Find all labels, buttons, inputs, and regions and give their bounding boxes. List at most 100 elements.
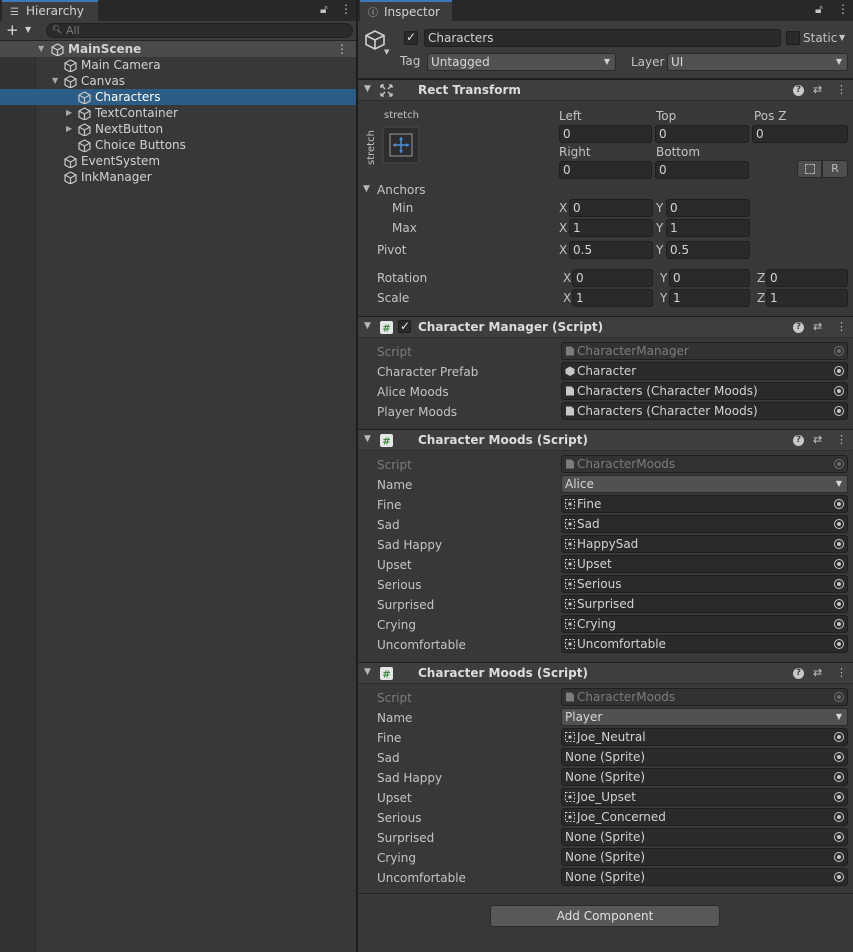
kebab-menu-icon[interactable]: ⋮ [837,2,849,16]
pivot-y-input[interactable]: 0.5 [666,241,750,259]
sprite-field-sad[interactable]: None (Sprite) [561,748,848,766]
help-icon[interactable]: ? [793,435,804,446]
hierarchy-item-canvas[interactable]: ▼ Canvas [0,73,356,89]
object-picker-icon[interactable] [834,872,844,882]
right-input[interactable]: 0 [559,161,652,179]
bottom-input[interactable]: 0 [655,161,749,179]
hierarchy-item-textcontainer[interactable]: ▶ TextContainer [0,105,356,121]
help-icon[interactable]: ? [793,85,804,96]
anchor-max-x-input[interactable]: 1 [569,219,653,237]
create-dropdown-arrow-icon[interactable]: ▼ [25,25,31,34]
sprite-field-sad[interactable]: Sad [561,515,848,533]
object-picker-icon[interactable] [834,599,844,609]
search-input[interactable] [66,24,336,37]
rotation-z-input[interactable]: 0 [766,269,848,287]
hierarchy-item-inkmanager[interactable]: InkManager [0,169,356,185]
sprite-field-uncomfortable[interactable]: None (Sprite) [561,868,848,886]
object-picker-icon[interactable] [834,732,844,742]
sprite-field-surprised[interactable]: None (Sprite) [561,828,848,846]
fold-arrow-icon[interactable]: ▼ [364,434,371,444]
alice-moods-field[interactable]: Characters (Character Moods) [561,382,848,400]
scene-menu-icon[interactable]: ⋮ [336,41,348,57]
sprite-field-sad-happy[interactable]: HappySad [561,535,848,553]
object-picker-icon[interactable] [834,619,844,629]
scale-x-input[interactable]: 1 [572,289,653,307]
object-picker-icon[interactable] [834,386,844,396]
rect-transform-header[interactable]: ▼ Rect Transform ? ⇄ ⋮ [358,79,853,101]
sprite-field-fine[interactable]: Joe_Neutral [561,728,848,746]
static-checkbox[interactable] [786,31,800,45]
static-dropdown-arrow-icon[interactable]: ▼ [839,33,845,42]
preset-sliders-icon[interactable]: ⇄ [813,433,822,446]
sprite-field-crying[interactable]: None (Sprite) [561,848,848,866]
object-picker-icon[interactable] [834,366,844,376]
object-picker-icon[interactable] [834,539,844,549]
sprite-field-serious[interactable]: Joe_Concerned [561,808,848,826]
component-menu-icon[interactable]: ⋮ [836,666,847,679]
expand-arrow-icon[interactable]: ▼ [38,41,44,57]
name-dropdown[interactable]: Player ▼ [561,708,848,726]
hierarchy-item-main-camera[interactable]: Main Camera [0,57,356,73]
character-manager-header[interactable]: ▼ ✓ Character Manager (Script) ? ⇄ ⋮ [358,316,853,338]
add-component-button[interactable]: Add Component [490,905,720,927]
hierarchy-item-eventsystem[interactable]: EventSystem [0,153,356,169]
object-picker-icon[interactable] [834,792,844,802]
fold-arrow-icon[interactable]: ▼ [364,667,371,677]
left-input[interactable]: 0 [559,125,652,143]
sprite-field-upset[interactable]: Joe_Upset [561,788,848,806]
help-icon[interactable]: ? [793,322,804,333]
fold-arrow-icon[interactable]: ▼ [364,84,371,94]
component-enabled-checkbox[interactable]: ✓ [398,319,411,333]
tag-dropdown[interactable]: Untagged ▼ [427,53,616,71]
blueprint-mode-button[interactable] [797,160,822,178]
character-moods-alice-header[interactable]: ▼ Character Moods (Script) ? ⇄ ⋮ [358,429,853,451]
rotation-y-input[interactable]: 0 [669,269,750,287]
pivot-x-input[interactable]: 0.5 [569,241,653,259]
active-checkbox[interactable]: ✓ [404,30,418,45]
lock-icon[interactable]: 🔓︎ [815,2,823,17]
hierarchy-item-characters[interactable]: Characters [0,89,356,105]
raw-edit-button[interactable]: R [822,160,848,178]
object-picker-icon[interactable] [834,852,844,862]
anchor-max-y-input[interactable]: 1 [666,219,750,237]
anchors-fold-arrow-icon[interactable]: ▼ [363,184,370,194]
component-menu-icon[interactable]: ⋮ [836,320,847,333]
help-icon[interactable]: ? [793,668,804,679]
collapsed-arrow-icon[interactable]: ▶ [66,105,72,121]
layer-dropdown[interactable]: UI ▼ [667,53,848,71]
preset-sliders-icon[interactable]: ⇄ [813,666,822,679]
scale-z-input[interactable]: 1 [766,289,848,307]
preset-sliders-icon[interactable]: ⇄ [813,320,822,333]
gameobject-cube-icon[interactable] [364,29,386,51]
object-name-field[interactable]: Characters [424,29,781,47]
sprite-field-fine[interactable]: Fine [561,495,848,513]
hierarchy-search[interactable]: 🔍︎ [46,23,353,38]
icon-dropdown-arrow-icon[interactable]: ▼ [384,48,389,56]
component-menu-icon[interactable]: ⋮ [836,83,847,96]
character-prefab-field[interactable]: Character [561,362,848,380]
sprite-field-uncomfortable[interactable]: Uncomfortable [561,635,848,653]
top-input[interactable]: 0 [655,125,749,143]
object-picker-icon[interactable] [834,832,844,842]
lock-icon[interactable]: 🔓︎ [320,2,328,17]
sprite-field-sad-happy[interactable]: None (Sprite) [561,768,848,786]
name-dropdown[interactable]: Alice ▼ [561,475,848,493]
object-picker-icon[interactable] [834,772,844,782]
create-plus-icon[interactable]: + [6,22,19,38]
object-picker-icon[interactable] [834,579,844,589]
component-menu-icon[interactable]: ⋮ [836,433,847,446]
collapsed-arrow-icon[interactable]: ▶ [66,121,72,137]
sprite-field-surprised[interactable]: Surprised [561,595,848,613]
anchor-presets-icon[interactable] [382,126,420,164]
object-picker-icon[interactable] [834,406,844,416]
object-picker-icon[interactable] [834,559,844,569]
sprite-field-upset[interactable]: Upset [561,555,848,573]
scene-row-mainscene[interactable]: ▼ MainScene ⋮ [0,41,356,57]
hierarchy-item-nextbutton[interactable]: ▶ NextButton [0,121,356,137]
tab-hierarchy[interactable]: ☰ Hierarchy [2,0,98,21]
character-moods-player-header[interactable]: ▼ Character Moods (Script) ? ⇄ ⋮ [358,662,853,684]
tab-inspector[interactable]: ⓘ Inspector [360,0,452,21]
anchor-min-x-input[interactable]: 0 [569,199,653,217]
hierarchy-item-choice-buttons[interactable]: Choice Buttons [0,137,356,153]
object-picker-icon[interactable] [834,752,844,762]
